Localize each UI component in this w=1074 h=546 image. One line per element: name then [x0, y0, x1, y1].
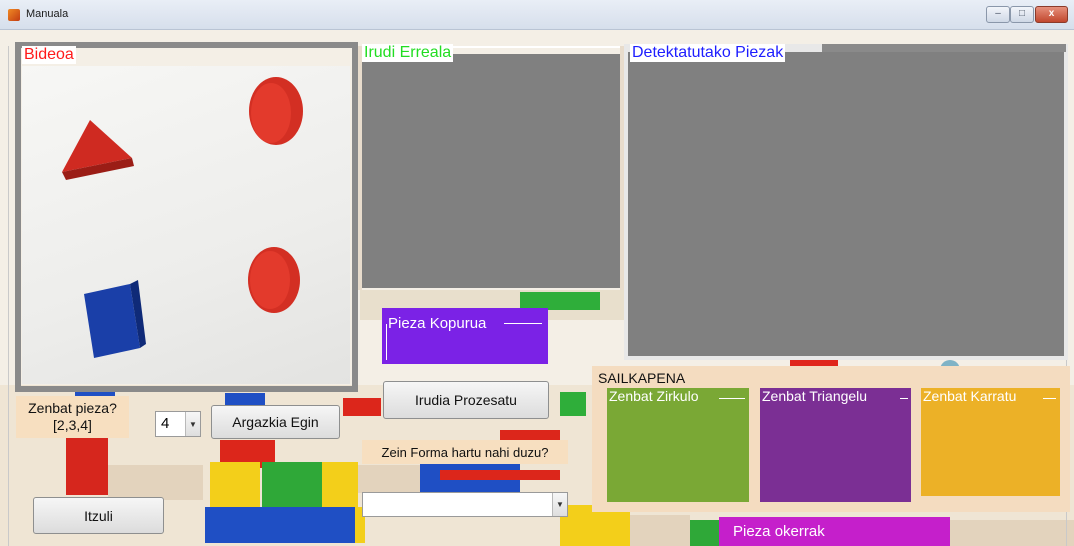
chevron-down-icon: ▼ — [552, 493, 567, 516]
window-title: Manuala — [26, 8, 69, 20]
pieza-kopurua-title: Pieza Kopurua — [386, 315, 489, 333]
app-window: Manuala – □ x Bideoa Irudi Erreala Detek… — [0, 0, 1074, 546]
square-piece — [84, 284, 140, 358]
close-button[interactable]: x — [1035, 6, 1068, 23]
circle-piece-top-face — [251, 83, 291, 143]
forma-question-label: Zein Forma hartu nahi duzu? — [362, 440, 568, 464]
zenbat-pieza-line1: Zenbat pieza? — [28, 400, 117, 416]
maximize-button[interactable]: □ — [1010, 6, 1034, 23]
karratu-subpanel: Zenbat Karratu — [921, 388, 1060, 496]
chevron-down-icon: ▼ — [185, 412, 200, 436]
sailkapena-title: SAILKAPENA — [598, 370, 686, 386]
zirkulo-title: Zenbat Zirkulo — [609, 388, 699, 404]
pieza-kopurua-panel: Pieza Kopurua — [382, 308, 548, 364]
argazkia-egin-button[interactable]: Argazkia Egin — [211, 405, 340, 439]
irudi-erreala-image — [362, 54, 620, 288]
karratu-title: Zenbat Karratu — [923, 388, 1017, 404]
title-bar: Manuala – □ x — [0, 0, 1074, 30]
bideoa-title: Bideoa — [22, 46, 76, 64]
triangelu-subpanel: Zenbat Triangelu — [760, 388, 911, 502]
zenbat-pieza-label: Zenbat pieza? [2,3,4] — [16, 396, 129, 438]
triangelu-title: Zenbat Triangelu — [762, 388, 868, 404]
minimize-button[interactable]: – — [986, 6, 1010, 23]
itzuli-button[interactable]: Itzuli — [33, 497, 164, 534]
pieza-count-select[interactable]: 4 ▼ — [155, 411, 201, 437]
forma-select[interactable]: ▼ — [362, 492, 568, 517]
detektatutako-image — [628, 52, 1064, 356]
sailkapena-panel: SAILKAPENA Zenbat Zirkulo Zenbat Triange… — [592, 366, 1070, 512]
detektatutako-title: Detektatutako Piezak — [630, 44, 786, 62]
zirkulo-subpanel: Zenbat Zirkulo — [607, 388, 749, 502]
zenbat-pieza-line2: [2,3,4] — [53, 417, 92, 433]
video-frame — [22, 66, 350, 384]
circle-piece-bottom-face — [250, 251, 290, 309]
pieza-count-value: 4 — [161, 415, 170, 432]
pieza-okerrak-label: Pieza okerrak — [719, 517, 950, 546]
irudi-erreala-title: Irudi Erreala — [362, 44, 454, 62]
video-shapes — [62, 77, 303, 358]
matlab-icon — [8, 9, 20, 21]
irudia-prozesatu-button[interactable]: Irudia Prozesatu — [383, 381, 549, 419]
